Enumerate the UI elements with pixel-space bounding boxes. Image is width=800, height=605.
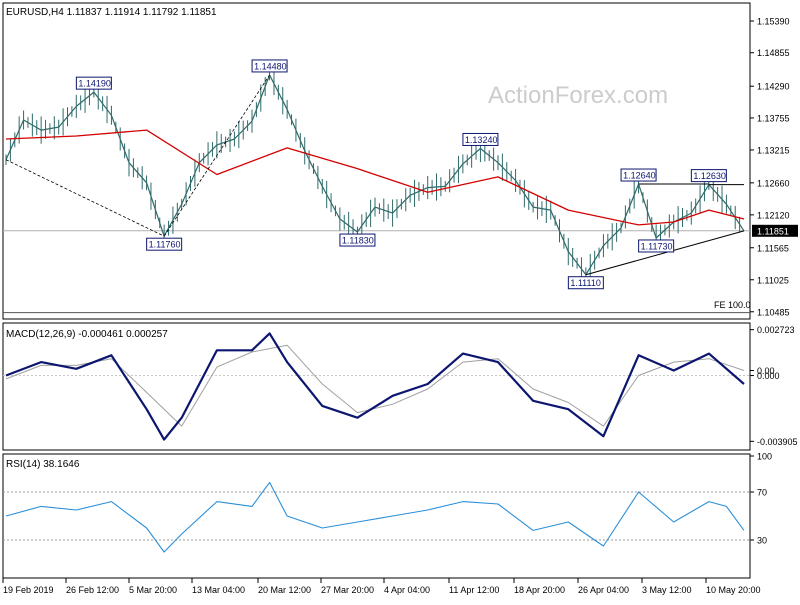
annotation-label: 1.14480 [254, 61, 287, 71]
price-annotation: 1.11760 [146, 237, 183, 251]
price-y-tick-label: 1.11025 [757, 275, 789, 285]
x-tick-label: 4 Apr 04:00 [384, 585, 430, 595]
x-tick-label: 26 Feb 12:00 [66, 585, 119, 595]
rsi-y-tick-label: 70 [757, 488, 767, 498]
annotation-label: 1.11830 [342, 236, 374, 246]
fe-100-label: FE 100.0 [714, 300, 751, 310]
x-tick-label: 11 Apr 12:00 [449, 585, 499, 595]
annotation-label: 1.13240 [465, 135, 498, 145]
x-tick-label: 19 Feb 2019 [3, 585, 54, 595]
eurusd-h4-chart: ActionForex.com EURUSD,H4 1.11837 1.1191… [0, 0, 800, 600]
x-tick-label: 10 May 20:00 [706, 585, 761, 595]
price-y-tick-label: 1.15390 [757, 17, 790, 27]
price-y-tick-label: 1.12660 [757, 178, 790, 188]
annotation-label: 1.11110 [570, 278, 601, 288]
price-annotation: 1.13240 [462, 132, 499, 146]
annotation-label: 1.11730 [641, 241, 673, 251]
chart-background [0, 0, 800, 600]
symbol-header: EURUSD,H4 1.11837 1.11914 1.11792 1.1185… [6, 7, 217, 18]
price-annotation: 1.11730 [638, 239, 675, 253]
watermark: ActionForex.com [488, 82, 668, 109]
macd-y-tick-label: 0.002723 [757, 325, 795, 335]
x-tick-label: 20 Mar 12:00 [258, 585, 311, 595]
macd-header: MACD(12,26,9) -0.000461 0.000257 [6, 329, 168, 340]
price-annotation: 1.14190 [75, 76, 112, 90]
price-y-tick-label: 1.11565 [757, 243, 789, 253]
x-tick-label: 3 May 12:00 [642, 585, 692, 595]
annotation-label: 1.14190 [78, 79, 111, 89]
macd-y-tick-label: -0.003905 [757, 437, 798, 447]
current-price-label: 1.11851 [757, 226, 789, 236]
price-annotation: 1.11830 [339, 233, 376, 247]
price-annotation: 1.11110 [567, 276, 604, 290]
x-tick-label: 5 Mar 20:00 [129, 585, 177, 595]
annotation-label: 1.11760 [149, 240, 181, 250]
price-annotation: 1.12630 [690, 169, 727, 183]
rsi-y-tick-label: 30 [757, 536, 767, 546]
annotation-label: 1.12640 [623, 171, 656, 181]
chart-window: ActionForex.com EURUSD,H4 1.11837 1.1191… [0, 0, 800, 600]
price-y-tick-label: 1.10485 [757, 307, 790, 317]
x-tick-label: 26 Apr 04:00 [578, 585, 629, 595]
x-tick-label: 18 Apr 20:00 [514, 585, 565, 595]
price-y-tick-label: 1.14855 [757, 48, 790, 58]
rsi-header: RSI(14) 38.1646 [6, 459, 80, 470]
price-y-tick-label: 1.13215 [757, 145, 790, 155]
x-tick-label: 27 Mar 20:00 [321, 585, 374, 595]
price-annotation: 1.12640 [620, 168, 657, 182]
x-tick-label: 13 Mar 04:00 [192, 585, 245, 595]
price-y-tick-label: 1.12120 [757, 210, 790, 220]
macd-y-tick-label: 0.000 [757, 371, 780, 381]
price-y-tick-label: 1.14290 [757, 82, 790, 92]
price-y-tick-label: 1.13755 [757, 113, 790, 123]
rsi-y-tick-label: 100 [757, 452, 772, 462]
price-annotation: 1.14480 [251, 59, 288, 73]
annotation-label: 1.12630 [693, 171, 726, 181]
